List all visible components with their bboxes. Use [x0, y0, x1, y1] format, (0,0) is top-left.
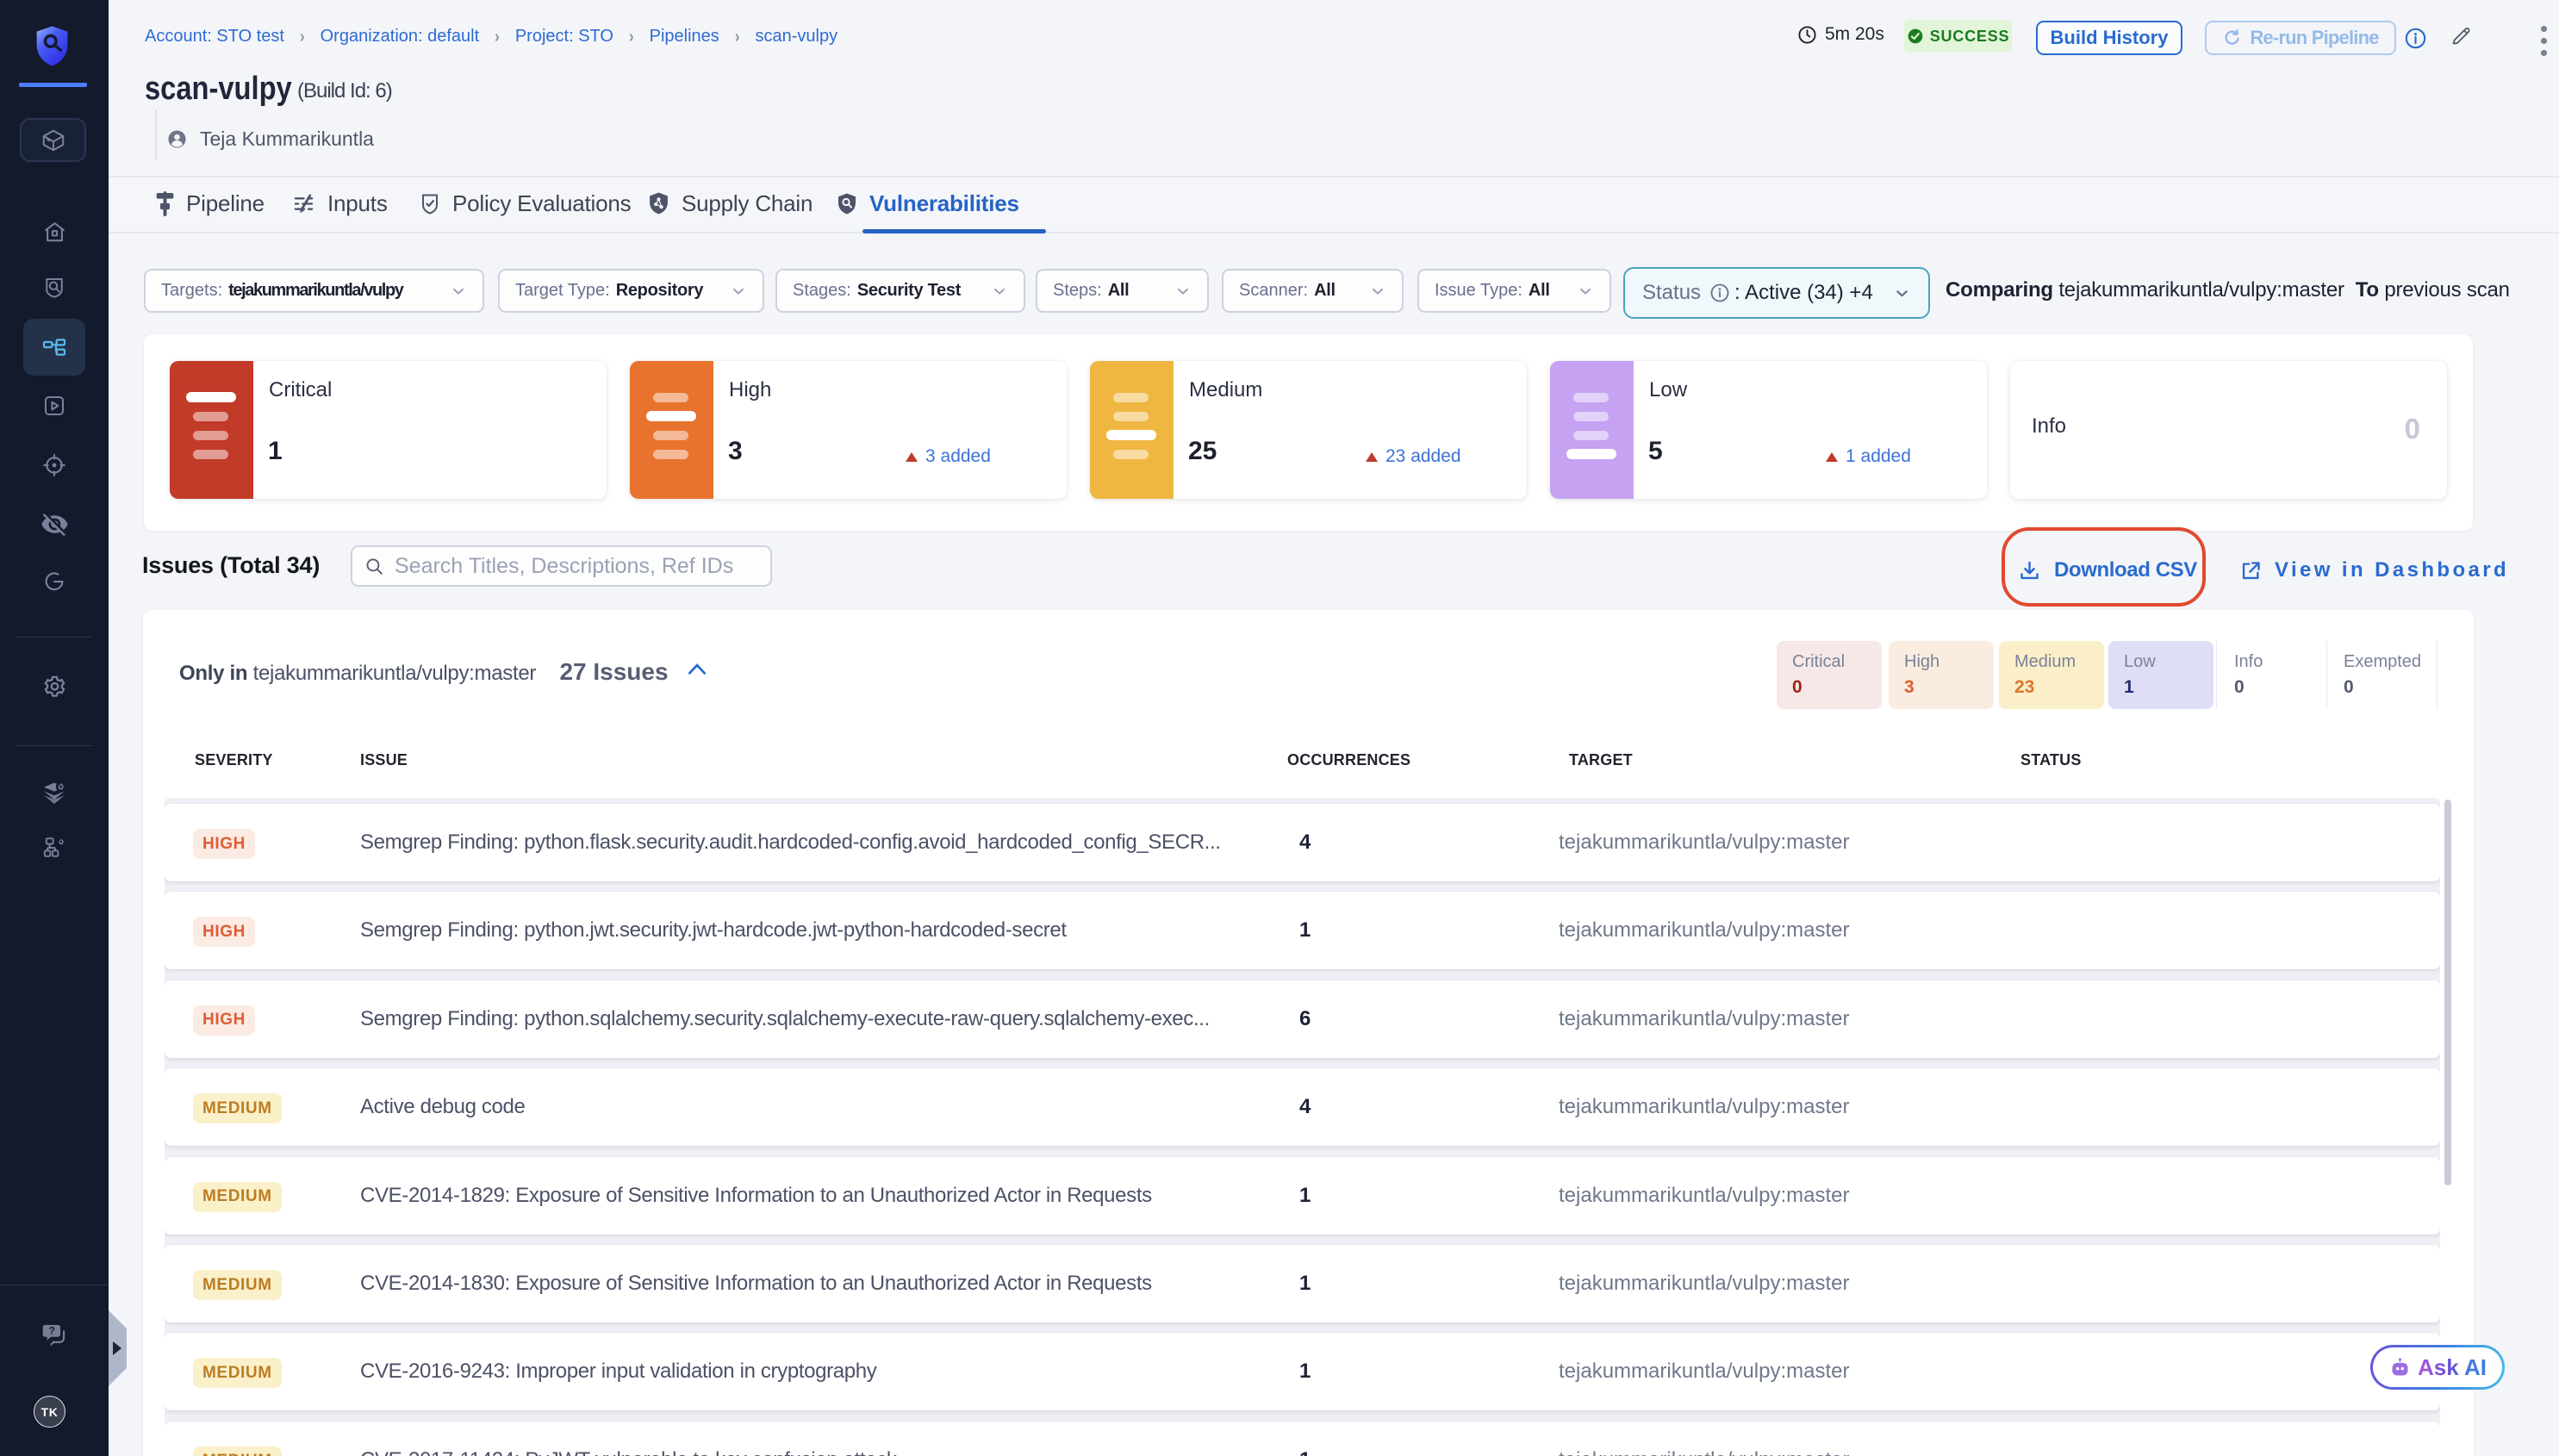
svg-text:?: ? [48, 1324, 55, 1336]
